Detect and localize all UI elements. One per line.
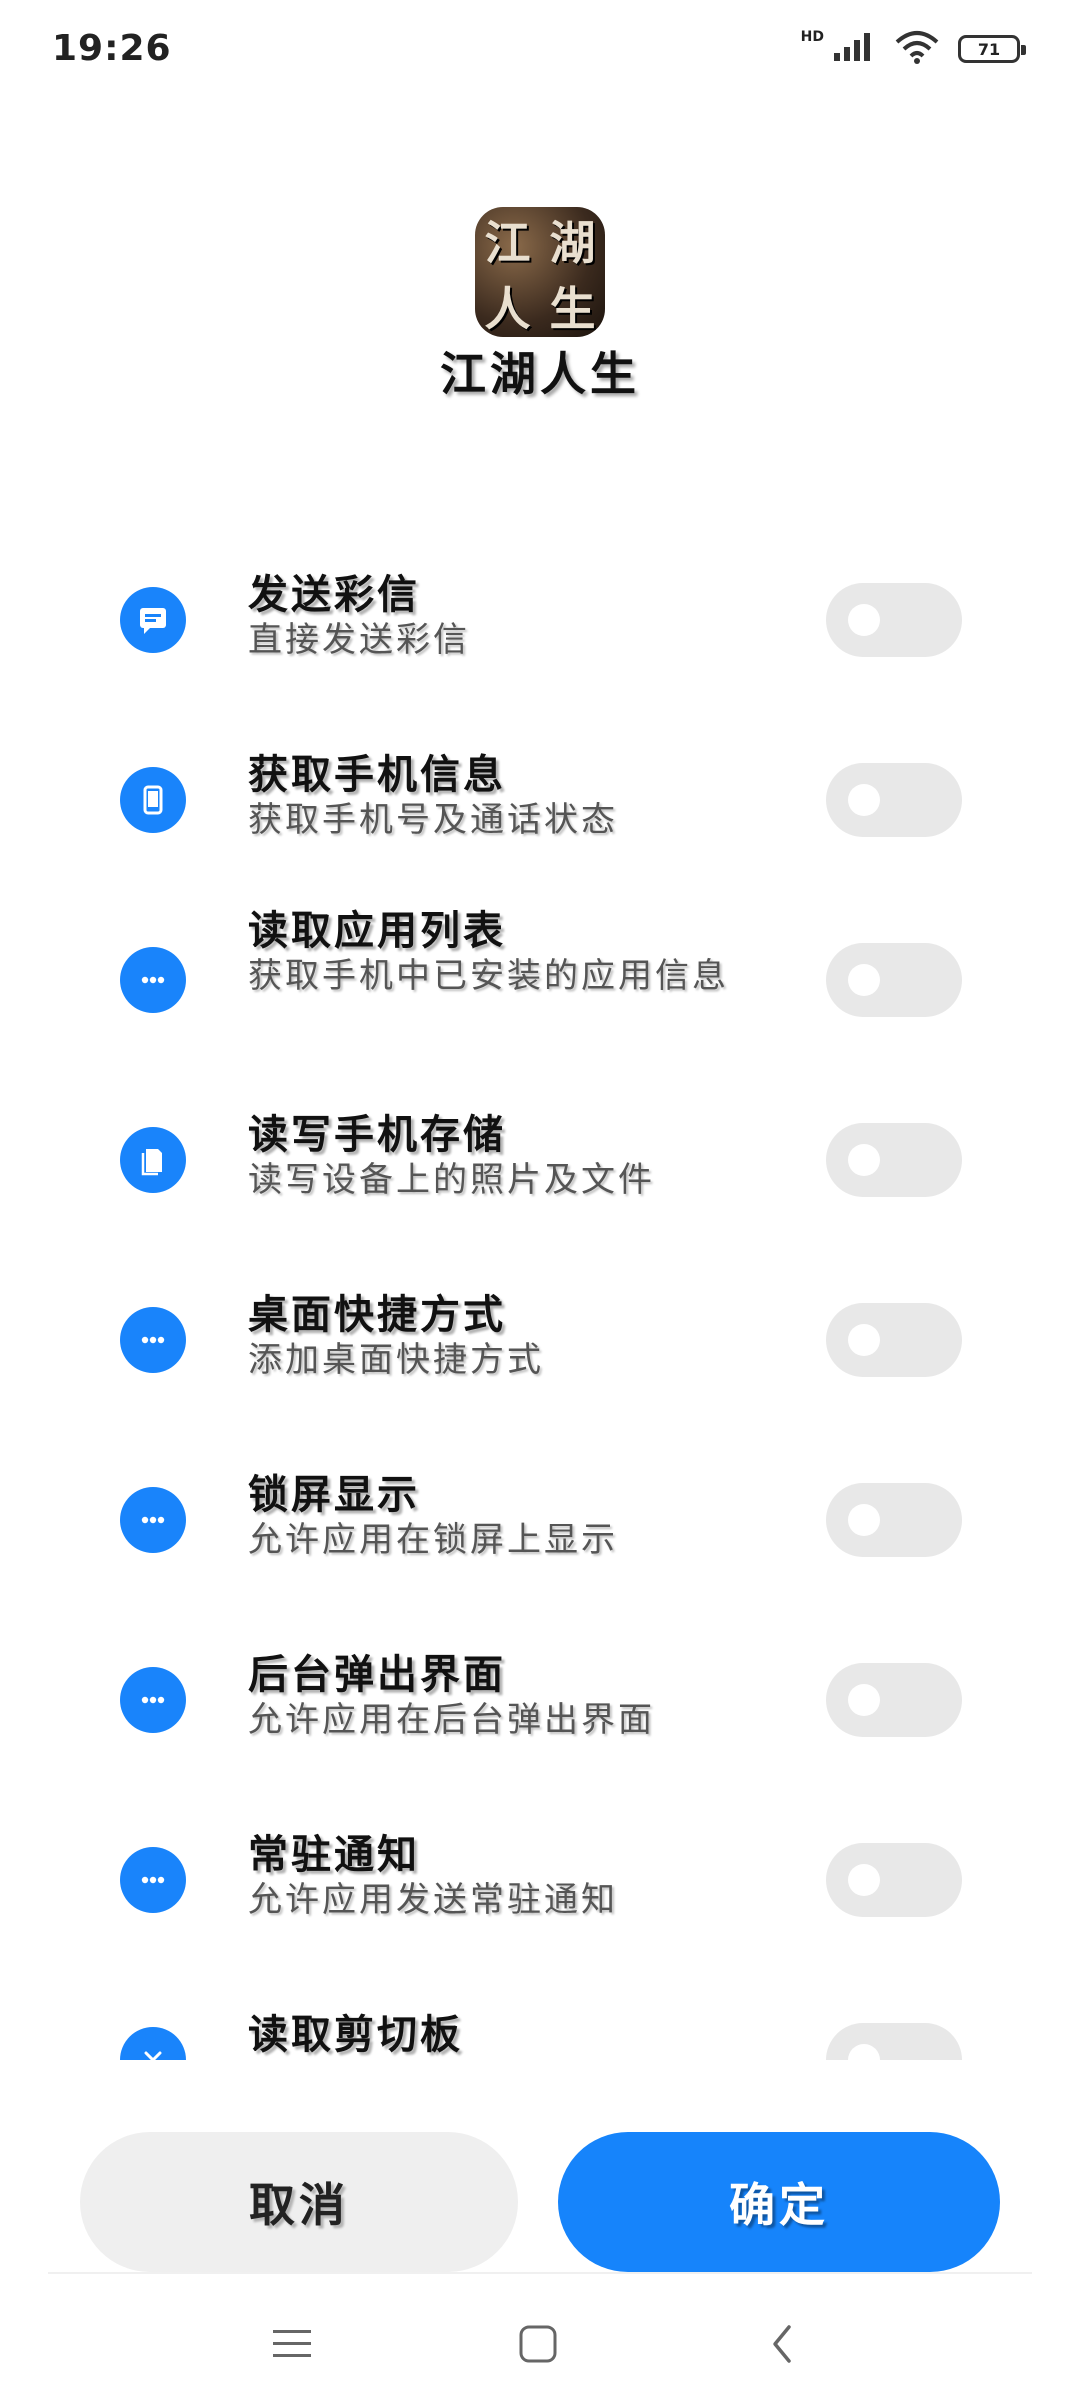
toggle-knob xyxy=(848,2044,880,2060)
toggle-knob xyxy=(848,964,880,996)
close-icon xyxy=(120,2027,186,2060)
permission-title: 后台弹出界面 xyxy=(248,1651,506,1698)
back-icon[interactable] xyxy=(752,2314,812,2374)
permission-toggle[interactable] xyxy=(826,763,962,837)
divider xyxy=(48,2272,1032,2274)
permission-description: 直接发送彩信 xyxy=(248,620,470,660)
app-icon-glyph: 湖 xyxy=(549,216,596,270)
permission-title: 读取剪切板 xyxy=(248,2011,463,2058)
confirm-button[interactable]: 确定 xyxy=(558,2132,1000,2272)
storage-icon xyxy=(120,1127,186,1193)
permission-description: 允许应用发送常驻通知 xyxy=(248,1880,618,1920)
battery-icon: 71 xyxy=(958,35,1026,63)
toggle-knob xyxy=(848,1684,880,1716)
app-icon-glyph: 江 xyxy=(484,216,531,270)
cancel-button[interactable]: 取消 xyxy=(80,2132,518,2272)
permission-item: 获取手机信息 获取手机号及通话状态 xyxy=(0,720,1080,900)
permission-description: 读写设备上的照片及文件 xyxy=(248,1160,655,1200)
status-icons: HD 71 xyxy=(800,29,1026,68)
permission-title: 桌面快捷方式 xyxy=(248,1291,506,1338)
more-icon xyxy=(120,1307,186,1373)
permission-item: 锁屏显示 允许应用在锁屏上显示 xyxy=(0,1440,1080,1620)
permission-item: 读写手机存储 读写设备上的照片及文件 xyxy=(0,1080,1080,1260)
menu-icon[interactable] xyxy=(262,2314,322,2374)
permission-item: 读取应用列表 获取手机中已安装的应用信息 xyxy=(0,900,1080,1080)
permission-toggle[interactable] xyxy=(826,583,962,657)
status-bar: 19:26 HD 71 xyxy=(0,0,1080,100)
permission-list[interactable]: 发送彩信 直接发送彩信 获取手机信息 获取手机号及通话状态 读取应用列表 获取手… xyxy=(0,540,1080,2060)
status-time: 19:26 xyxy=(52,28,172,69)
permission-toggle[interactable] xyxy=(826,1663,962,1737)
phone-icon xyxy=(120,767,186,833)
hd-badge: HD xyxy=(800,29,824,45)
permission-title: 发送彩信 xyxy=(248,571,420,618)
permission-title: 常驻通知 xyxy=(248,1831,420,1878)
home-icon[interactable] xyxy=(508,2314,568,2374)
permission-item: 常驻通知 允许应用发送常驻通知 xyxy=(0,1800,1080,1980)
permission-description: 获取手机中已安装的应用信息 xyxy=(248,956,729,996)
permission-item: 读取剪切板 xyxy=(0,1980,1080,2060)
permission-toggle[interactable] xyxy=(826,1123,962,1197)
permission-item: 发送彩信 直接发送彩信 xyxy=(0,540,1080,720)
more-icon xyxy=(120,1487,186,1553)
permission-item: 桌面快捷方式 添加桌面快捷方式 xyxy=(0,1260,1080,1440)
permission-title: 读取应用列表 xyxy=(248,907,506,954)
more-icon xyxy=(120,1847,186,1913)
permission-toggle[interactable] xyxy=(826,943,962,1017)
permission-description: 允许应用在锁屏上显示 xyxy=(248,1520,618,1560)
app-icon-glyph: 生 xyxy=(549,282,596,336)
wifi-icon xyxy=(894,30,940,68)
message-icon xyxy=(120,587,186,653)
more-icon xyxy=(120,947,186,1013)
app-name: 江湖人生 xyxy=(440,347,640,401)
permission-title: 获取手机信息 xyxy=(248,751,506,798)
app-icon: 江 湖 人 生 xyxy=(475,207,605,337)
permission-item: 后台弹出界面 允许应用在后台弹出界面 xyxy=(0,1620,1080,1800)
battery-level: 71 xyxy=(977,39,1001,59)
navigation-bar xyxy=(0,2276,1080,2400)
more-icon xyxy=(120,1667,186,1733)
toggle-knob xyxy=(848,1504,880,1536)
permission-title: 读写手机存储 xyxy=(248,1111,506,1158)
toggle-knob xyxy=(848,1324,880,1356)
permission-title: 锁屏显示 xyxy=(248,1471,420,1518)
permission-description: 获取手机号及通话状态 xyxy=(248,800,618,840)
toggle-knob xyxy=(848,1144,880,1176)
signal-icon xyxy=(832,31,876,67)
toggle-knob xyxy=(848,1864,880,1896)
app-icon-glyph: 人 xyxy=(484,282,531,336)
permission-toggle[interactable] xyxy=(826,1483,962,1557)
permission-toggle[interactable] xyxy=(826,2023,962,2060)
permission-description: 添加桌面快捷方式 xyxy=(248,1340,544,1380)
permission-toggle[interactable] xyxy=(826,1843,962,1917)
toggle-knob xyxy=(848,784,880,816)
permission-description: 允许应用在后台弹出界面 xyxy=(248,1700,655,1740)
permission-toggle[interactable] xyxy=(826,1303,962,1377)
toggle-knob xyxy=(848,604,880,636)
